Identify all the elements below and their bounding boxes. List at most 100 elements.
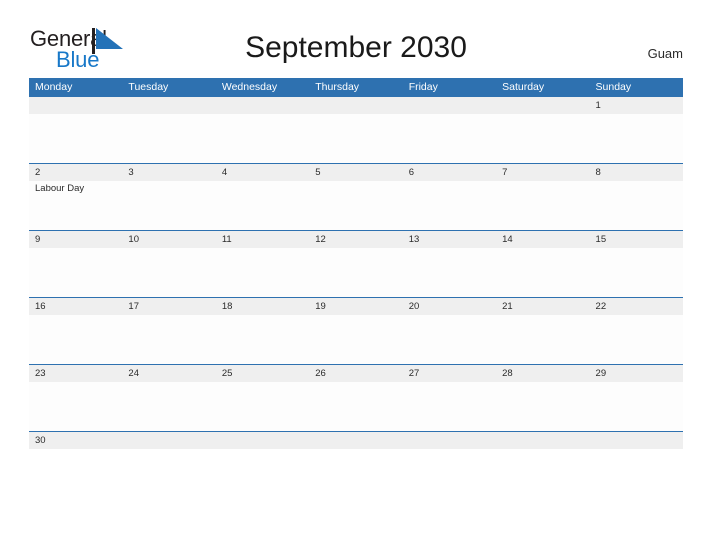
day-cell-empty <box>122 315 215 364</box>
day-cell-empty <box>590 181 683 230</box>
calendar-week-row: 30 <box>29 431 683 449</box>
day-cell-empty <box>309 114 402 163</box>
calendar-page: General Blue September 2030 Guam Monday T… <box>0 0 712 550</box>
day-cell-empty <box>309 248 402 297</box>
date-number-empty <box>122 97 215 114</box>
day-cell-empty <box>496 181 589 230</box>
day-cell-empty <box>122 382 215 431</box>
day-cell-empty <box>496 114 589 163</box>
date-number-16[interactable]: 16 <box>29 298 122 315</box>
day-cell-empty <box>496 382 589 431</box>
date-number-17[interactable]: 17 <box>122 298 215 315</box>
date-number-29[interactable]: 29 <box>590 365 683 382</box>
day-cell-empty <box>496 315 589 364</box>
date-number-band: 23 24 25 26 27 28 29 <box>29 365 683 382</box>
date-number-band: 30 <box>29 432 683 449</box>
day-content-band <box>29 114 683 163</box>
date-number-12[interactable]: 12 <box>309 231 402 248</box>
date-number-band: 16 17 18 19 20 21 22 <box>29 298 683 315</box>
day-cell-empty <box>403 449 496 450</box>
day-cell-empty <box>29 449 122 450</box>
day-cell-empty <box>309 449 402 450</box>
day-cell-empty <box>403 315 496 364</box>
date-number-10[interactable]: 10 <box>122 231 215 248</box>
day-cell-empty <box>122 449 215 450</box>
date-number-21[interactable]: 21 <box>496 298 589 315</box>
date-number-23[interactable]: 23 <box>29 365 122 382</box>
weekday-header-monday: Monday <box>35 81 73 93</box>
date-number-24[interactable]: 24 <box>122 365 215 382</box>
date-number-1[interactable]: 1 <box>590 97 683 114</box>
weekday-header-thursday: Thursday <box>315 81 360 93</box>
weekday-header-sunday: Sunday <box>595 81 632 93</box>
location-label: Guam <box>647 46 683 61</box>
day-cell-empty <box>403 114 496 163</box>
date-number-3[interactable]: 3 <box>122 164 215 181</box>
date-number-28[interactable]: 28 <box>496 365 589 382</box>
date-number-13[interactable]: 13 <box>403 231 496 248</box>
weekday-header-friday: Friday <box>408 81 438 93</box>
date-number-11[interactable]: 11 <box>216 231 309 248</box>
day-event-2[interactable]: Labour Day <box>29 181 122 230</box>
day-cell-empty <box>590 315 683 364</box>
calendar-weeks: 1 2 3 4 5 6 7 8 Labour Day 9 10 11 12 13 14 15 16 17 18 19 2… <box>29 97 683 449</box>
date-number-18[interactable]: 18 <box>216 298 309 315</box>
day-cell-empty <box>309 181 402 230</box>
date-number-27[interactable]: 27 <box>403 365 496 382</box>
day-cell-empty <box>590 248 683 297</box>
date-number-30[interactable]: 30 <box>29 432 122 449</box>
date-number-empty <box>403 432 496 449</box>
day-cell-empty <box>216 114 309 163</box>
calendar-week-row: 9 10 11 12 13 14 15 <box>29 230 683 297</box>
day-content-band <box>29 248 683 297</box>
day-cell-empty <box>403 248 496 297</box>
date-number-19[interactable]: 19 <box>309 298 402 315</box>
date-number-band: 2345678 <box>29 164 683 181</box>
date-number-empty <box>216 432 309 449</box>
day-cell-empty <box>216 382 309 431</box>
day-cell-empty <box>403 382 496 431</box>
date-number-4[interactable]: 4 <box>216 164 309 181</box>
weekday-header-row: Monday Tuesday Wednesday Thursday Friday Satu… <box>29 78 683 97</box>
day-content-band: Labour Day <box>29 181 683 230</box>
day-cell-empty <box>309 382 402 431</box>
calendar-grid: Monday Tuesday Wednesday Thursday Friday Satu… <box>29 78 683 449</box>
weekday-header-tuesday: Tuesday <box>128 81 169 93</box>
date-number-empty <box>216 97 309 114</box>
day-cell-empty <box>590 114 683 163</box>
day-cell-empty <box>496 449 589 450</box>
day-cell-empty <box>216 248 309 297</box>
date-number-empty <box>29 97 122 114</box>
calendar-week-row: 2 3 4 5 6 7 8 Labour Day <box>29 163 683 230</box>
page-title: September 2030 <box>245 31 467 64</box>
date-number-7[interactable]: 7 <box>496 164 589 181</box>
weekday-header-wednesday: Wednesday <box>221 81 278 93</box>
calendar-week-row: 16 17 18 19 20 21 22 <box>29 297 683 364</box>
day-cell-empty <box>29 382 122 431</box>
date-number-band: 1 <box>29 97 683 114</box>
date-number-8[interactable]: 8 <box>590 164 683 181</box>
day-cell-empty <box>496 248 589 297</box>
date-number-14[interactable]: 14 <box>496 231 589 248</box>
day-cell-empty <box>122 181 215 230</box>
date-number-empty <box>496 432 589 449</box>
day-cell-empty <box>122 114 215 163</box>
date-number-5[interactable]: 5 <box>309 164 402 181</box>
date-number-9[interactable]: 9 <box>29 231 122 248</box>
page-header: General Blue September 2030 Guam <box>0 0 712 76</box>
date-number-25[interactable]: 25 <box>216 365 309 382</box>
date-number-6[interactable]: 6 <box>403 164 496 181</box>
day-content-band <box>29 315 683 364</box>
day-cell-empty <box>29 315 122 364</box>
date-number-2[interactable]: 2 <box>29 164 122 181</box>
date-number-20[interactable]: 20 <box>403 298 496 315</box>
day-content-band <box>29 382 683 431</box>
date-number-22[interactable]: 22 <box>590 298 683 315</box>
day-cell-empty <box>309 315 402 364</box>
date-number-26[interactable]: 26 <box>309 365 402 382</box>
date-number-empty <box>496 97 589 114</box>
date-number-empty <box>309 432 402 449</box>
date-number-15[interactable]: 15 <box>590 231 683 248</box>
day-cell-empty <box>590 382 683 431</box>
calendar-week-row: 1 <box>29 97 683 163</box>
